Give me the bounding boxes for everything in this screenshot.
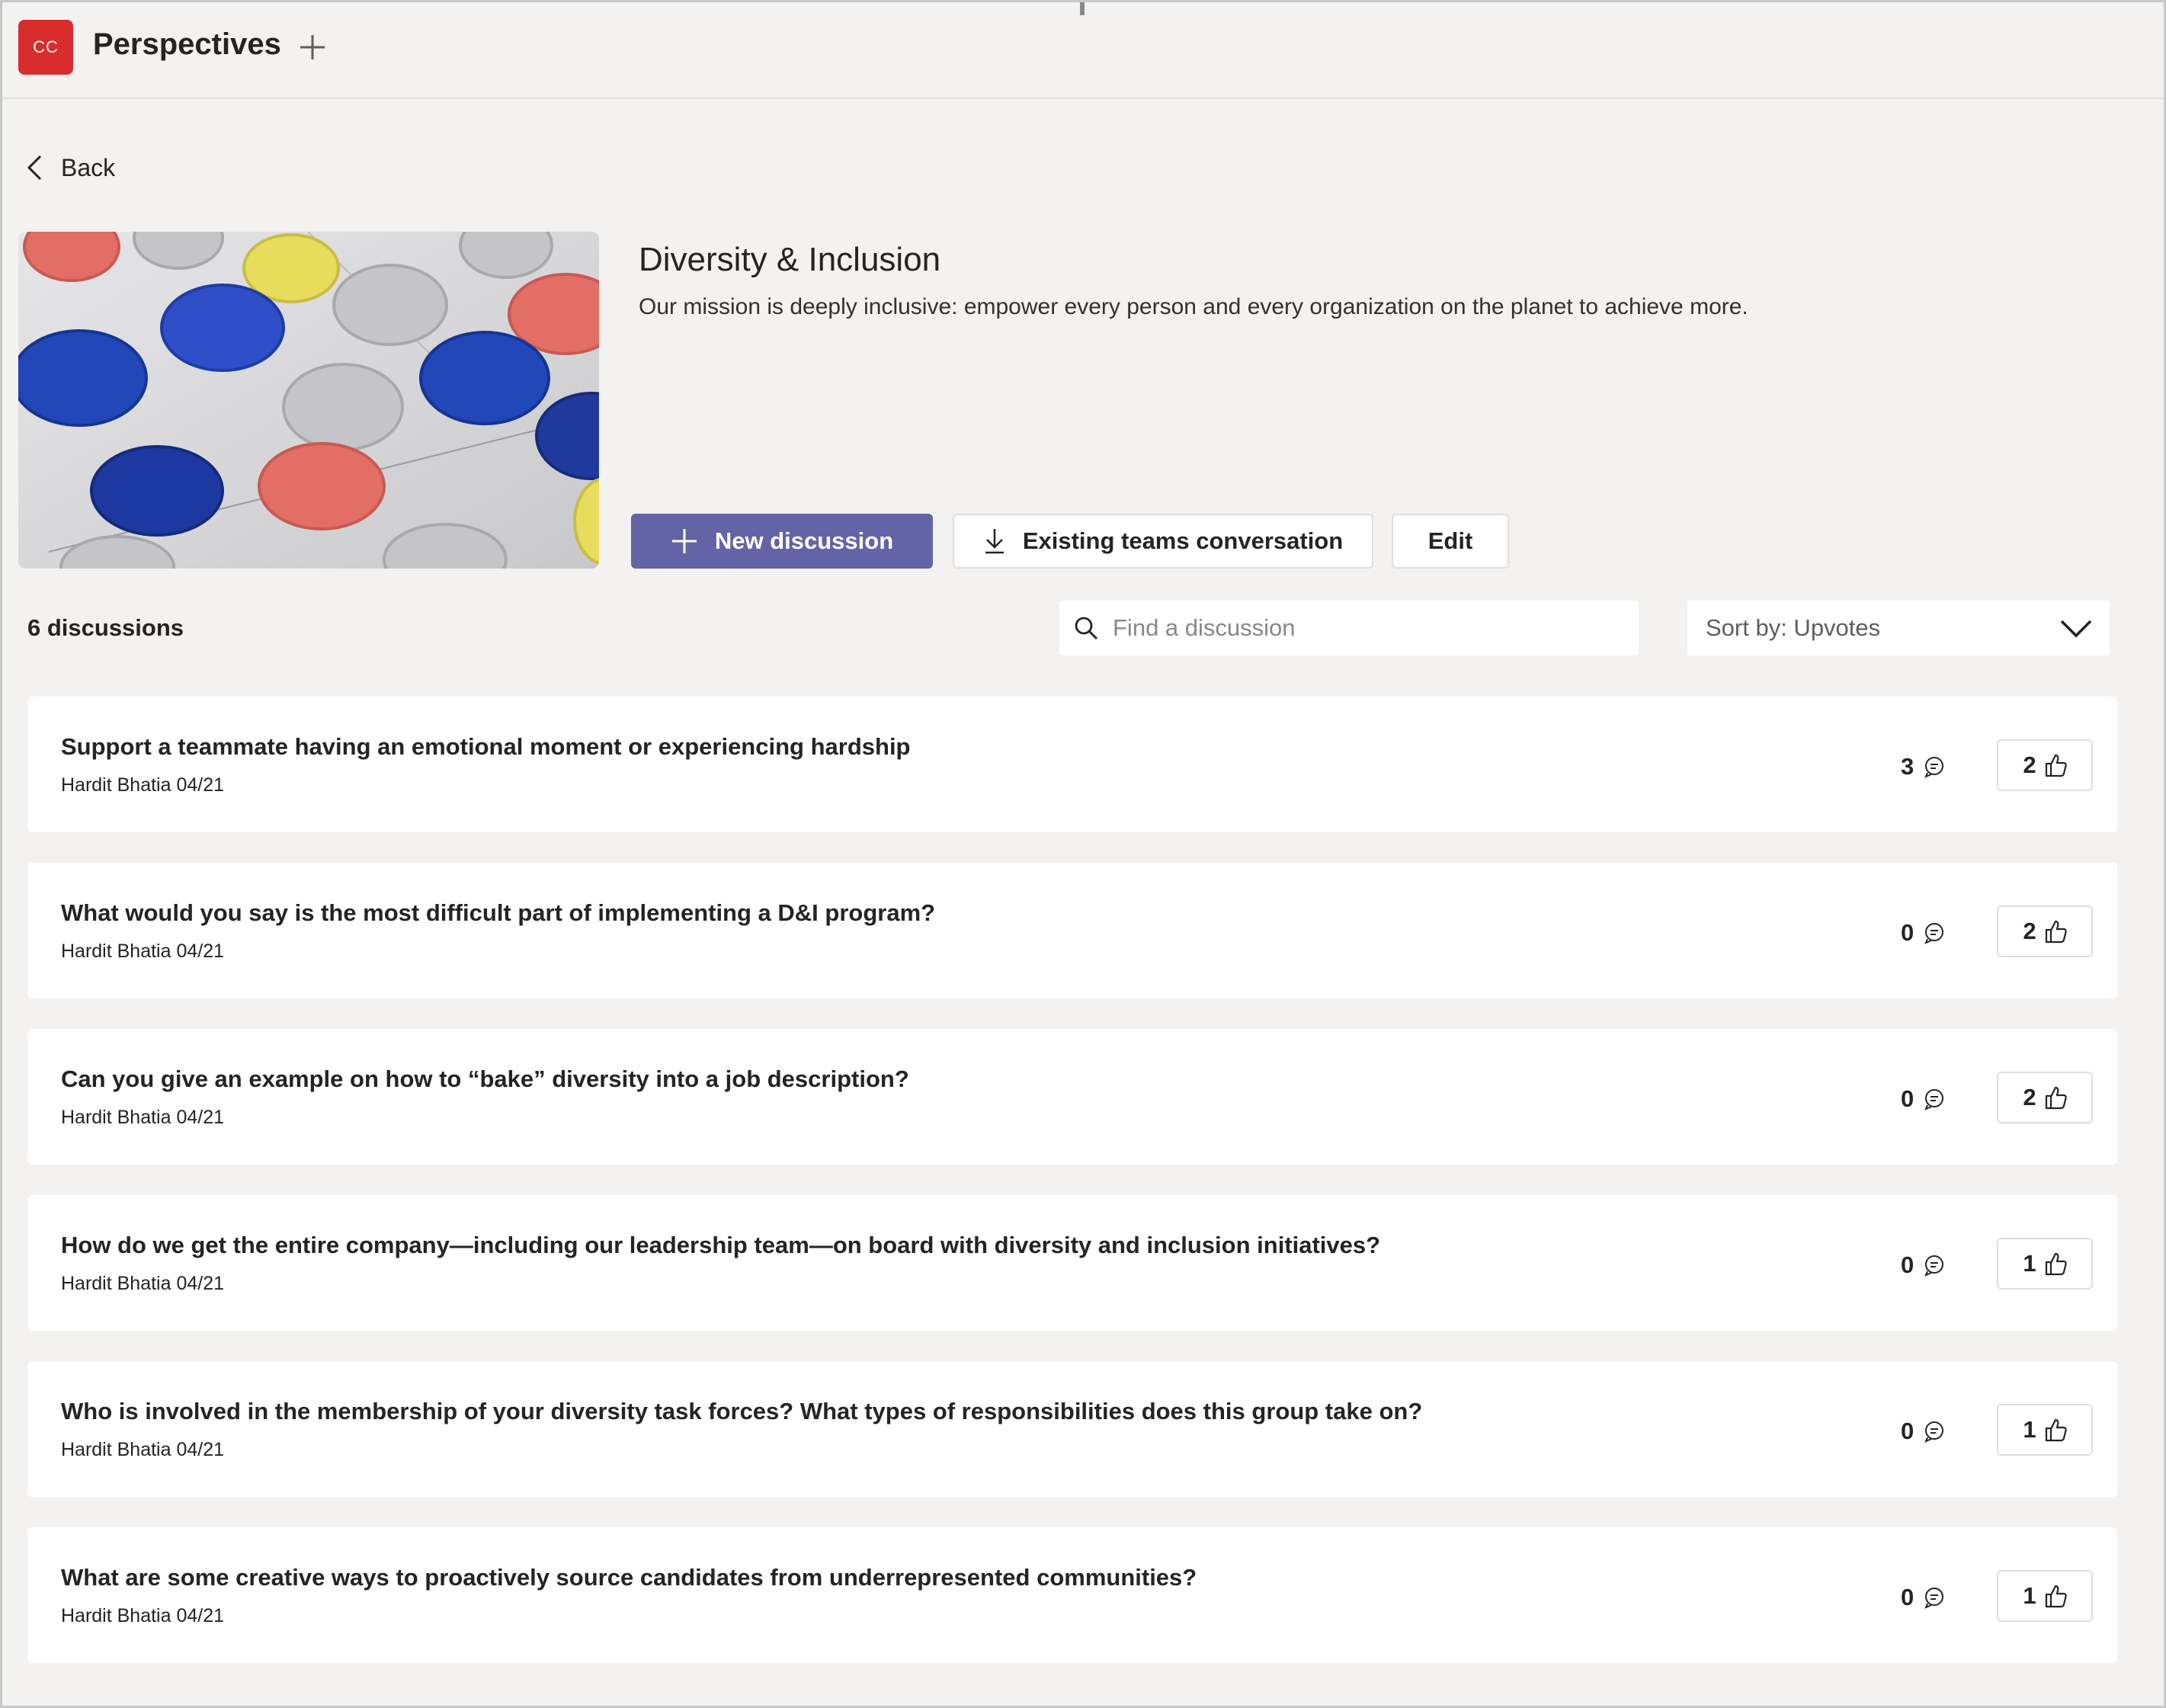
upvote-count: 2	[2023, 1084, 2036, 1110]
comment-icon	[1924, 757, 1944, 778]
thumbs-up-icon	[2045, 754, 2067, 777]
existing-conversation-button[interactable]: Existing teams conversation	[953, 514, 1373, 569]
search-box[interactable]	[1059, 601, 1639, 655]
discussion-card[interactable]: How do we get the entire company—includi…	[27, 1195, 2117, 1331]
plus-icon	[671, 529, 697, 553]
discussion-title[interactable]: What would you say is the most difficult…	[61, 899, 935, 927]
search-input[interactable]	[1113, 614, 1616, 642]
comment-icon	[1924, 1421, 1944, 1443]
upvote-button[interactable]: 2	[1997, 905, 2093, 957]
discussion-card[interactable]: Who is involved in the membership of you…	[27, 1361, 2117, 1497]
edit-button[interactable]: Edit	[1392, 514, 1509, 569]
download-icon	[985, 529, 1004, 554]
upvote-button[interactable]: 1	[1997, 1570, 2093, 1622]
thumbs-up-icon	[2045, 1585, 2067, 1608]
discussion-title[interactable]: How do we get the entire company—includi…	[61, 1232, 1380, 1259]
thumbs-up-icon	[2045, 1086, 2067, 1110]
chevron-down-icon	[2060, 620, 2092, 638]
comment-icon	[1924, 1255, 1944, 1277]
new-discussion-label: New discussion	[714, 527, 894, 554]
comment-icon	[1924, 1588, 1944, 1609]
window-drag-handle[interactable]	[1080, 0, 1085, 15]
chevron-left-icon	[27, 155, 42, 181]
discussion-title[interactable]: Support a teammate having an emotional m…	[61, 733, 911, 761]
upvote-count: 1	[2023, 1416, 2036, 1443]
comment-count-value: 3	[1901, 753, 1914, 780]
app-icon[interactable]: CC	[18, 20, 73, 75]
sort-label: Sort by: Upvotes	[1706, 614, 1881, 641]
comment-count: 0	[1901, 919, 1946, 947]
topic-description: Our mission is deeply inclusive: empower…	[639, 294, 1748, 319]
discussion-card[interactable]: Support a teammate having an emotional m…	[27, 697, 2117, 832]
comment-count: 0	[1901, 1584, 1946, 1611]
app-title: Perspectives	[93, 27, 281, 61]
topic-cover-image	[18, 232, 599, 569]
upvote-button[interactable]: 2	[1997, 1072, 2093, 1123]
discussion-card[interactable]: Can you give an example on how to “bake”…	[27, 1029, 2117, 1165]
thumbs-up-icon	[2045, 1252, 2067, 1276]
comment-count: 3	[1901, 753, 1946, 780]
upvote-count: 1	[2023, 1582, 2036, 1609]
existing-conversation-label: Existing teams conversation	[1022, 527, 1344, 554]
discussion-meta: Hardit Bhatia 04/21	[61, 774, 225, 796]
discussion-card[interactable]: What are some creative ways to proactive…	[27, 1527, 2117, 1663]
back-button[interactable]: Back	[26, 149, 115, 186]
discussion-meta: Hardit Bhatia 04/21	[61, 941, 225, 962]
upvote-count: 2	[2023, 918, 2036, 944]
discussion-count: 6 discussions	[27, 614, 184, 641]
comment-count-value: 0	[1901, 1584, 1914, 1610]
edit-label: Edit	[1427, 527, 1473, 554]
topic-title: Diversity & Inclusion	[639, 241, 941, 278]
discussion-meta: Hardit Bhatia 04/21	[61, 1273, 225, 1294]
plus-icon[interactable]	[296, 30, 329, 64]
thumbs-up-icon	[2045, 920, 2067, 944]
back-label: Back	[61, 153, 116, 181]
upvote-button[interactable]: 1	[1997, 1404, 2093, 1456]
thumbs-up-icon	[2045, 1418, 2067, 1442]
discussion-meta: Hardit Bhatia 04/21	[61, 1439, 225, 1460]
comment-count-value: 0	[1901, 1085, 1914, 1112]
comment-count-value: 0	[1901, 1251, 1914, 1278]
discussion-list: Support a teammate having an emotional m…	[27, 697, 2117, 1694]
comment-count-value: 0	[1901, 919, 1914, 946]
search-icon	[1075, 617, 1097, 639]
discussion-meta: Hardit Bhatia 04/21	[61, 1605, 225, 1626]
comment-count: 0	[1901, 1251, 1946, 1279]
comment-count: 0	[1901, 1085, 1946, 1113]
comment-icon	[1924, 923, 1944, 944]
upvote-button[interactable]: 1	[1997, 1238, 2093, 1290]
upvote-button[interactable]: 2	[1997, 739, 2093, 791]
comment-icon	[1924, 1089, 1944, 1110]
comment-count: 0	[1901, 1418, 1946, 1445]
discussion-card[interactable]: What would you say is the most difficult…	[27, 863, 2117, 998]
discussion-meta: Hardit Bhatia 04/21	[61, 1107, 225, 1128]
new-discussion-button[interactable]: New discussion	[631, 514, 933, 569]
sort-dropdown[interactable]: Sort by: Upvotes	[1687, 601, 2110, 655]
discussion-title[interactable]: What are some creative ways to proactive…	[61, 1564, 1197, 1591]
upvote-count: 2	[2023, 751, 2036, 778]
comment-count-value: 0	[1901, 1418, 1914, 1444]
discussion-title[interactable]: Can you give an example on how to “bake”…	[61, 1065, 909, 1093]
discussion-title[interactable]: Who is involved in the membership of you…	[61, 1398, 1422, 1425]
upvote-count: 1	[2023, 1250, 2036, 1277]
